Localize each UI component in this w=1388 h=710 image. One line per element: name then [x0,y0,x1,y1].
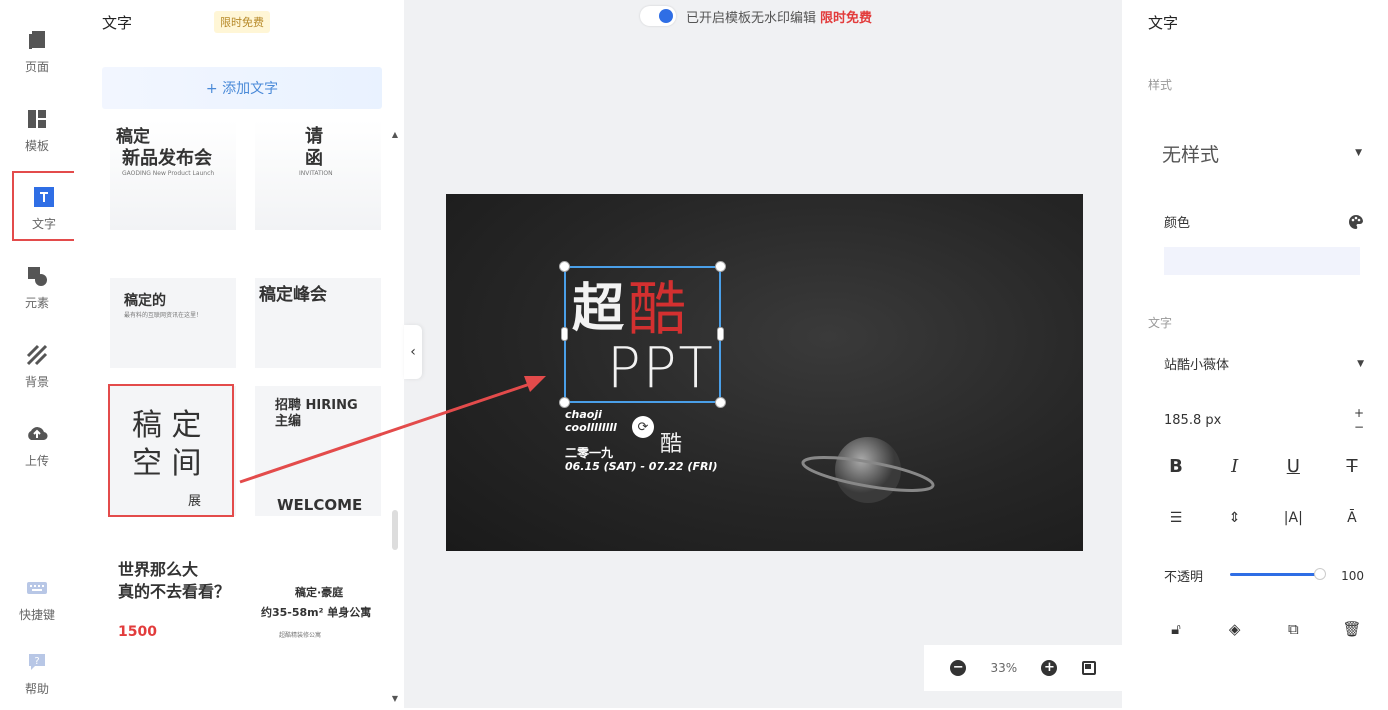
template-card[interactable]: 稿定 新品发布会 GAODING New Product Launch [110,120,236,230]
template-card[interactable]: 世界那么大 真的不去看看？ 1500 [110,544,236,678]
rail-upload[interactable]: 上传 [0,416,74,480]
watermark-toggle[interactable] [640,6,676,26]
resize-handle[interactable] [715,397,726,408]
italic-icon[interactable]: I [1223,456,1247,477]
copy-icon[interactable]: ⧉ [1281,620,1305,638]
template-highlight [108,384,234,517]
template-card[interactable]: 稿定·豪庭 约35-58m² 单身公寓 超酷精装修公寓 [255,544,381,678]
opacity-label: 不透明 [1164,570,1204,585]
keyboard-icon [27,582,47,594]
opacity-slider[interactable] [1230,573,1318,576]
collapse-panel-icon[interactable]: ‹ [404,325,422,379]
left-rail: 页面 模板 文字 元素 背景 上传 快捷键 ? 帮助 [0,0,76,708]
fit-screen-icon[interactable] [1081,661,1096,675]
font-size-value: 185.8 px [1164,412,1222,428]
rail-element[interactable]: 元素 [0,258,74,322]
minus-icon[interactable]: − [1354,420,1364,434]
style-select[interactable]: 无样式 ▼ [1162,136,1362,170]
delete-icon[interactable]: 🗑︎ [1340,620,1364,638]
size-stepper[interactable]: + − [1354,406,1364,434]
background-icon [26,344,48,366]
slide-date: 06.15 (SAT) - 07.22 (FRI) [565,460,718,473]
rail-background[interactable]: 背景 [0,337,74,401]
resize-handle[interactable] [561,327,568,341]
text-panel: 文字 限时免费 + 添加文字 稿定 新品发布会 GAODING New Prod… [74,0,404,708]
slide-small-text: chaoji [565,408,602,421]
text-style-icon[interactable]: Ā [1340,510,1364,526]
free-badge: 限时免费 [214,11,270,33]
zoom-in-icon[interactable]: + [1041,660,1058,676]
template-card[interactable]: 招聘 HIRING 主编 WELCOME [255,386,381,516]
watermark-free: 限时免费 [820,10,873,26]
text-section-label: 文字 [1148,316,1173,330]
rail-page[interactable]: 页面 [0,22,74,86]
zoom-bar: − 33% + [924,645,1122,691]
layers-icon[interactable]: ◈ [1223,620,1247,638]
bold-icon[interactable]: B [1164,456,1188,477]
slide-ku-small: 酷 [660,432,683,457]
style-value: 无样式 [1162,143,1220,166]
opacity-value[interactable]: 100 [1341,569,1364,583]
resize-handle[interactable] [717,327,724,341]
zoom-out-icon[interactable]: − [950,660,967,676]
page-icon [29,31,45,49]
properties-title: 文字 [1148,14,1179,32]
panel-scrollbar[interactable]: ▲ ▼ [390,130,400,703]
scroll-down-icon[interactable]: ▼ [390,694,400,703]
palette-icon[interactable] [1348,214,1364,230]
rail-template[interactable]: 模板 [0,101,74,165]
planet-graphic [801,437,935,503]
color-label: 颜色 [1164,216,1191,231]
rail-shortcuts[interactable]: 快捷键 [0,570,74,634]
line-height-icon[interactable]: ⇕ [1223,510,1247,526]
template-icon [28,110,46,128]
layout-toolbar: ☰ ⇕ |A| Ā [1164,510,1364,526]
zoom-value: 33% [990,661,1018,675]
chevron-down-icon: ▼ [1357,358,1364,369]
watermark-toggle-bar: 已开启模板无水印编辑 限时免费 [640,5,872,27]
plus-icon[interactable]: + [1354,406,1364,420]
underline-icon[interactable]: U [1281,456,1305,477]
action-toolbar: 🔓︎ ◈ ⧉ 🗑︎ [1164,620,1364,638]
slide-small-text: coollllllll [565,421,617,434]
strikethrough-icon[interactable]: T [1340,456,1364,477]
template-card[interactable]: 请 函 INVITATION [255,120,381,230]
rail-help[interactable]: ? 帮助 [0,644,74,708]
text-icon [34,187,54,207]
scroll-up-icon[interactable]: ▲ [390,130,400,139]
slide-small-cn: 二零一九 [565,446,614,460]
scroll-thumb[interactable] [392,510,398,550]
add-text-button[interactable]: + 添加文字 [102,67,382,109]
font-value: 站酷小薇体 [1164,358,1230,373]
resize-handle[interactable] [559,261,570,272]
slide-canvas[interactable] [446,194,1083,551]
color-swatch[interactable] [1164,247,1360,275]
align-left-icon[interactable]: ☰ [1164,510,1188,526]
letter-spacing-icon[interactable]: |A| [1281,510,1305,526]
upload-icon [28,427,48,441]
help-icon: ? [29,654,45,670]
unlock-icon[interactable]: 🔓︎ [1164,620,1188,638]
template-card[interactable]: 稿定峰会 [255,278,381,368]
resize-handle[interactable] [715,261,726,272]
element-icon [28,267,47,286]
font-size-row[interactable]: 185.8 px + − [1164,406,1364,434]
template-card[interactable]: 稿定的 最有料的互联网资讯在这里！ [110,278,236,368]
rail-text[interactable]: 文字 [12,171,76,241]
style-section-label: 样式 [1148,78,1173,92]
color-row: 颜色 [1164,212,1364,231]
font-select[interactable]: 站酷小薇体 ▼ [1164,354,1364,373]
panel-title: 文字 [102,14,133,32]
properties-panel: 文字 样式 无样式 ▼ 颜色 文字 站酷小薇体 ▼ 185.8 px + − B… [1122,0,1388,708]
format-toolbar: B I U T [1164,456,1364,477]
selection-box[interactable] [564,266,721,403]
chevron-down-icon: ▼ [1355,148,1362,158]
resize-handle[interactable] [559,397,570,408]
rotate-icon[interactable]: ⟳ [632,416,654,438]
opacity-slider-knob[interactable] [1314,568,1326,580]
svg-text:?: ? [34,656,39,667]
watermark-text: 已开启模板无水印编辑 [686,10,817,26]
